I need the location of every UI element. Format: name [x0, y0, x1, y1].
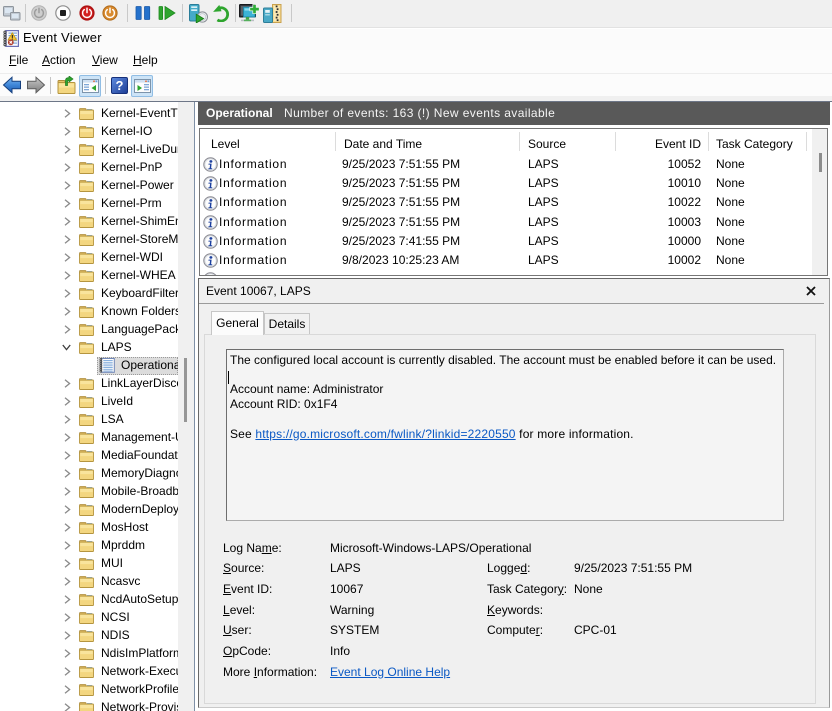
svg-text:?: ? [116, 78, 124, 93]
